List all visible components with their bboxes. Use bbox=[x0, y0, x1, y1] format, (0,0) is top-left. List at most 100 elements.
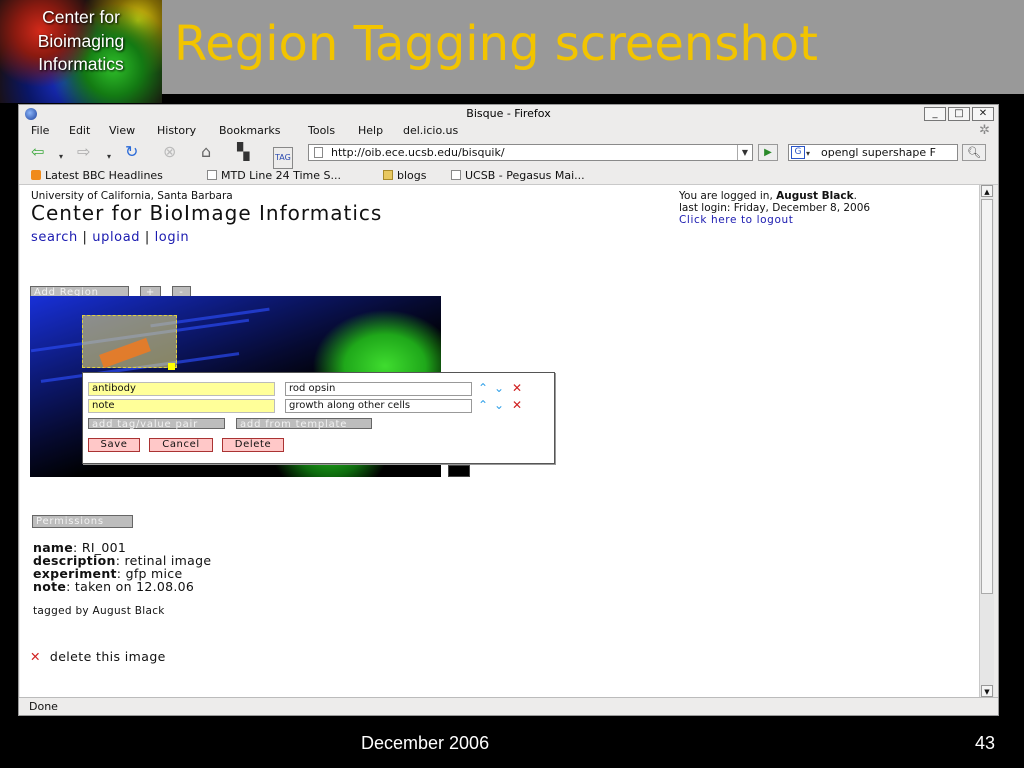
tag-row: antibody rod opsin ⌃ ⌄ ✕ bbox=[88, 381, 548, 396]
login-suffix: . bbox=[853, 190, 857, 202]
tagged-by: tagged by August Black bbox=[33, 605, 165, 617]
status-text: Done bbox=[29, 700, 58, 713]
move-down-icon[interactable]: ⌄ bbox=[494, 398, 504, 412]
slide-page-number: 43 bbox=[975, 733, 996, 753]
slide-footer-date: December 2006 bbox=[361, 733, 490, 753]
meta-row: note: taken on 12.08.06 bbox=[33, 580, 211, 593]
scroll-up-arrow-icon[interactable]: ▲ bbox=[981, 185, 993, 197]
stop-icon[interactable]: ⊗ bbox=[163, 143, 176, 161]
close-button[interactable]: ✕ bbox=[972, 107, 994, 121]
folder-icon bbox=[383, 170, 393, 180]
save-button[interactable]: Save bbox=[88, 438, 140, 452]
nav-separator: | bbox=[82, 230, 88, 245]
search-input[interactable]: G ▾ opengl supershape F bbox=[788, 144, 958, 161]
site-title: Center for BioImage Informatics bbox=[31, 201, 383, 225]
url-bar[interactable]: http://oib.ece.ucsb.edu/bisquik/ bbox=[308, 144, 753, 161]
slide-title-bar: Region Tagging screenshot bbox=[162, 0, 1024, 94]
tag-value-field[interactable]: rod opsin bbox=[285, 382, 472, 396]
add-from-template-button[interactable]: add from template bbox=[236, 418, 372, 430]
cancel-button[interactable]: Cancel bbox=[149, 438, 213, 452]
tagged-region[interactable] bbox=[82, 315, 177, 368]
last-login: last login: Friday, December 8, 2006 bbox=[679, 202, 871, 214]
remove-tag-icon[interactable]: ✕ bbox=[512, 398, 522, 412]
nav-search-link[interactable]: search bbox=[31, 230, 78, 245]
back-arrow-icon[interactable]: ⇦ bbox=[31, 143, 44, 161]
tag-name-field[interactable]: antibody bbox=[88, 382, 275, 396]
minimize-button[interactable]: _ bbox=[924, 107, 946, 121]
bookmarks-toolbar: Latest BBC Headlines MTD Line 24 Time S.… bbox=[19, 166, 998, 185]
move-up-icon[interactable]: ⌃ bbox=[478, 398, 488, 412]
bookmark-bbc-label: Latest BBC Headlines bbox=[45, 169, 163, 182]
page-content: University of California, Santa Barbara … bbox=[20, 185, 979, 697]
login-info: You are logged in, August Black. last lo… bbox=[679, 190, 870, 226]
delete-image-link[interactable]: ✕ delete this image bbox=[30, 649, 166, 664]
meta-key: note bbox=[33, 579, 67, 594]
tag-editor-dialog: antibody rod opsin ⌃ ⌄ ✕ note growth alo… bbox=[82, 372, 555, 464]
home-icon[interactable]: ⌂ bbox=[201, 143, 211, 161]
search-engine-dropdown-icon[interactable]: ▾ bbox=[806, 146, 810, 160]
tag-name-field[interactable]: note bbox=[88, 399, 275, 413]
nav-upload-link[interactable]: upload bbox=[92, 230, 140, 245]
menu-bookmarks[interactable]: Bookmarks bbox=[219, 124, 280, 137]
vertical-scrollbar[interactable]: ▲ ▼ bbox=[979, 185, 994, 697]
bookmark-mtd-label: MTD Line 24 Time S... bbox=[221, 169, 341, 182]
activity-throbber-icon: ✲ bbox=[979, 123, 990, 138]
menu-delicious[interactable]: del.icio.us bbox=[403, 124, 458, 137]
window-title: Bisque - Firefox bbox=[466, 107, 551, 120]
tag-value-field[interactable]: growth along other cells bbox=[285, 399, 472, 413]
site-nav: search | upload | login bbox=[31, 230, 189, 245]
meta-value: : taken on 12.08.06 bbox=[66, 579, 195, 594]
bookmark-ucsb[interactable]: UCSB - Pegasus Mai... bbox=[451, 169, 585, 182]
logged-in-user: August Black bbox=[776, 190, 854, 202]
menu-bar: File Edit View History Bookmarks Tools H… bbox=[19, 123, 998, 140]
logo-line-1: Center for bbox=[42, 7, 120, 27]
url-dropdown-icon[interactable]: ▼ bbox=[737, 145, 752, 160]
search-magnifier-icon[interactable]: 🔍︎ bbox=[962, 144, 986, 161]
remove-tag-icon[interactable]: ✕ bbox=[512, 381, 522, 395]
status-bar: Done bbox=[19, 697, 998, 715]
logout-link[interactable]: Click here to logout bbox=[679, 214, 793, 226]
image-corner-control[interactable] bbox=[448, 465, 470, 477]
delete-button[interactable]: Delete bbox=[222, 438, 284, 452]
add-tag-value-pair-button[interactable]: add tag/value pair bbox=[88, 418, 225, 430]
forward-arrow-icon[interactable]: ⇨ bbox=[77, 143, 90, 161]
bookmark-ucsb-label: UCSB - Pegasus Mai... bbox=[465, 169, 585, 182]
bookmark-mtd[interactable]: MTD Line 24 Time S... bbox=[207, 169, 341, 182]
menu-view[interactable]: View bbox=[109, 124, 135, 137]
scroll-down-arrow-icon[interactable]: ▼ bbox=[981, 685, 993, 697]
nav-separator: | bbox=[144, 230, 150, 245]
menu-history[interactable]: History bbox=[157, 124, 196, 137]
logo-line-2: Bioimaging bbox=[37, 30, 125, 51]
image-metadata: name: RI_001 description: retinal image … bbox=[33, 541, 211, 593]
bookmark-blogs[interactable]: blogs bbox=[383, 169, 426, 182]
forward-dropdown-icon[interactable]: ▾ bbox=[107, 148, 111, 166]
logo-image: Center for Bioimaging Informatics bbox=[0, 0, 162, 103]
permissions-button[interactable]: Permissions bbox=[32, 515, 133, 528]
delete-x-icon[interactable]: ✕ bbox=[30, 649, 41, 664]
move-down-icon[interactable]: ⌄ bbox=[494, 381, 504, 395]
search-text: opengl supershape F bbox=[821, 146, 936, 159]
menu-edit[interactable]: Edit bbox=[69, 124, 90, 137]
navigation-toolbar: ⇦ ▾ ⇨ ▾ ↻ ⊗ ⌂ ▚ TAG http://oib.ece.ucsb.… bbox=[19, 140, 998, 169]
delete-image-label[interactable]: delete this image bbox=[50, 649, 166, 664]
move-up-icon[interactable]: ⌃ bbox=[478, 381, 488, 395]
back-dropdown-icon[interactable]: ▾ bbox=[59, 148, 63, 166]
google-icon[interactable]: G bbox=[791, 146, 805, 159]
page-icon bbox=[207, 170, 217, 180]
browser-window: Bisque - Firefox _ □ ✕ File Edit View Hi… bbox=[18, 104, 999, 716]
reload-icon[interactable]: ↻ bbox=[125, 143, 138, 161]
screen-grab-icon[interactable]: ▚ bbox=[237, 143, 249, 161]
go-icon[interactable]: ▶ bbox=[758, 144, 778, 161]
maximize-button[interactable]: □ bbox=[948, 107, 970, 121]
slide-title: Region Tagging screenshot bbox=[174, 16, 818, 72]
region-resize-handle[interactable] bbox=[168, 363, 175, 370]
nav-login-link[interactable]: login bbox=[155, 230, 190, 245]
bookmark-bbc[interactable]: Latest BBC Headlines bbox=[31, 169, 163, 182]
scrollbar-thumb[interactable] bbox=[981, 199, 993, 594]
menu-help[interactable]: Help bbox=[358, 124, 383, 137]
window-titlebar: Bisque - Firefox _ □ ✕ bbox=[19, 105, 998, 123]
menu-file[interactable]: File bbox=[31, 124, 49, 137]
menu-tools[interactable]: Tools bbox=[308, 124, 335, 137]
url-text: http://oib.ece.ucsb.edu/bisquik/ bbox=[331, 146, 505, 159]
tag-row: note growth along other cells ⌃ ⌄ ✕ bbox=[88, 398, 548, 413]
